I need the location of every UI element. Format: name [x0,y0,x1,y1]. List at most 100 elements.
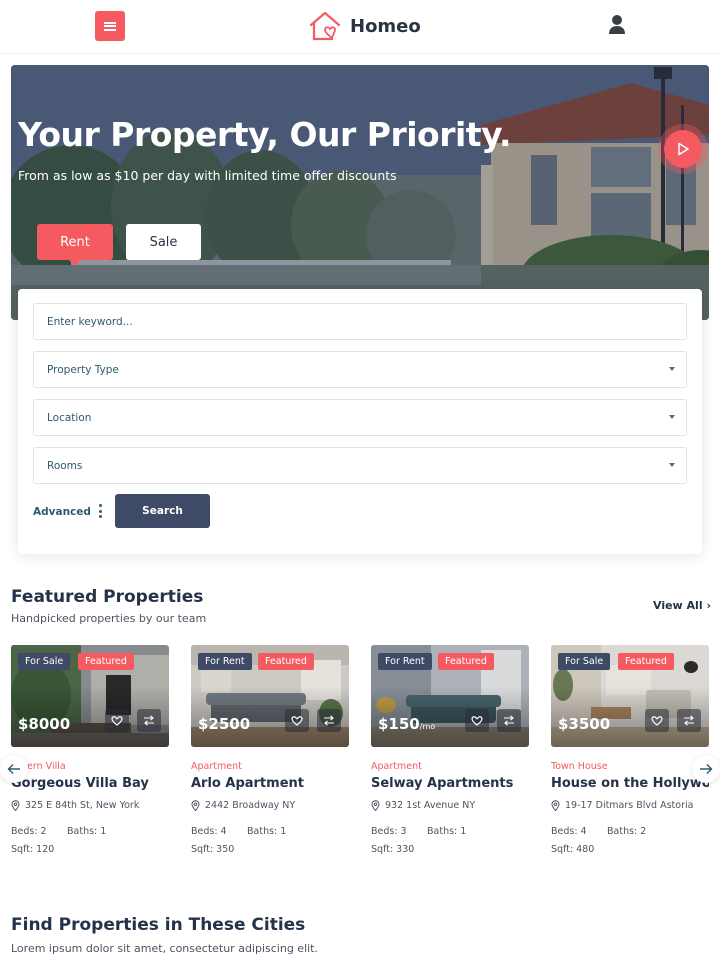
property-card[interactable]: For Sale Featured $8000 dern Villa Gorge… [11,645,169,855]
property-name[interactable]: House on the Hollywood [551,776,709,791]
rooms-select[interactable]: Rooms [33,447,687,484]
status-badge: For Sale [558,653,611,670]
property-image[interactable]: For Rent Featured $2500 [191,645,349,747]
property-card[interactable]: For Sale Featured $3500 Town House House… [551,645,709,855]
property-sqft: Sqft: 120 [11,844,55,855]
property-baths: Baths: 1 [67,826,107,837]
compare-button[interactable] [137,709,161,732]
price: $150/mo [378,715,436,733]
favorite-button[interactable] [105,709,129,732]
compare-arrows-icon [324,715,334,726]
property-sqft: Sqft: 330 [371,844,415,855]
property-address: 2442 Broadway NY [191,800,295,811]
property-category: Apartment [191,761,242,772]
hero-overlay [11,65,709,320]
location-pin-icon [11,800,20,811]
brand-logo[interactable]: Homeo [308,10,421,42]
featured-title: Featured Properties [11,587,204,607]
search-form: Enter keyword... Property Type Location … [18,289,702,554]
property-name[interactable]: Gorgeous Villa Bay [11,776,169,791]
compare-arrows-icon [144,715,154,726]
heart-icon [471,716,483,726]
property-beds: Beds: 4 [191,826,227,837]
property-category: Town House [551,761,608,772]
compare-arrows-icon [684,715,694,726]
top-navbar: Homeo [0,0,720,54]
arrow-right-icon [700,764,713,774]
price: $8000 [18,715,71,733]
featured-badge: Featured [78,653,134,670]
play-video-button[interactable] [664,130,702,168]
heart-icon [651,716,663,726]
hero-subtitle: From as low as $10 per day with limited … [18,168,397,183]
play-icon [678,142,689,156]
search-button[interactable]: Search [115,494,210,528]
compare-arrows-icon [504,715,514,726]
property-address: 19-17 Ditmars Blvd Astoria [551,800,693,811]
property-card[interactable]: For Rent Featured $150/mo Apartment Selw… [371,645,529,855]
property-card[interactable]: For Rent Featured $2500 Apartment Arlo A… [191,645,349,855]
favorite-button[interactable] [285,709,309,732]
chevron-right-icon: › [706,599,711,612]
compare-button[interactable] [317,709,341,732]
featured-badge: Featured [438,653,494,670]
price: $2500 [198,715,251,733]
property-image[interactable]: For Sale Featured $3500 [551,645,709,747]
location-pin-icon [371,800,380,811]
property-image[interactable]: For Sale Featured $8000 [11,645,169,747]
property-name[interactable]: Arlo Apartment [191,776,349,791]
price: $3500 [558,715,611,733]
rooms-label: Rooms [47,459,83,472]
view-all-label: View All [653,599,703,612]
property-category: Apartment [371,761,422,772]
user-icon [609,15,625,34]
property-baths: Baths: 1 [427,826,467,837]
carousel-next-button[interactable] [692,755,720,783]
heart-icon [111,716,123,726]
status-badge: For Sale [18,653,71,670]
property-sqft: Sqft: 350 [191,844,235,855]
cities-title: Find Properties in These Cities [11,915,306,935]
featured-subtitle: Handpicked properties by our team [11,612,207,625]
favorite-button[interactable] [465,709,489,732]
property-beds: Beds: 3 [371,826,407,837]
property-address: 325 E 84th St, New York [11,800,139,811]
house-heart-icon [309,11,341,41]
hero-title: Your Property, Our Priority. [18,115,512,154]
caret-down-icon [669,463,675,467]
advanced-toggle[interactable]: Advanced [33,506,91,518]
brand-name: Homeo [350,15,421,37]
location-label: Location [47,411,92,424]
keyword-input[interactable]: Enter keyword... [33,303,687,340]
arrow-left-icon [7,764,20,774]
property-beds: Beds: 2 [11,826,47,837]
property-name[interactable]: Selway Apartments [371,776,529,791]
heart-icon [291,716,303,726]
caret-down-icon [669,415,675,419]
property-type-select[interactable]: Property Type [33,351,687,388]
caret-down-icon [669,367,675,371]
favorite-button[interactable] [645,709,669,732]
more-options-icon[interactable] [97,504,103,518]
property-baths: Baths: 1 [247,826,287,837]
location-pin-icon [191,800,200,811]
property-image[interactable]: For Rent Featured $150/mo [371,645,529,747]
user-account-button[interactable] [607,14,627,36]
property-beds: Beds: 4 [551,826,587,837]
cities-subtitle: Lorem ipsum dolor sit amet, consectetur … [11,942,318,955]
property-baths: Baths: 2 [607,826,647,837]
compare-button[interactable] [497,709,521,732]
compare-button[interactable] [677,709,701,732]
hero-banner: Your Property, Our Priority. From as low… [11,65,709,320]
tab-sale[interactable]: Sale [126,224,201,260]
location-select[interactable]: Location [33,399,687,436]
status-badge: For Rent [198,653,252,670]
property-address: 932 1st Avenue NY [371,800,475,811]
carousel-prev-button[interactable] [0,755,28,783]
property-sqft: Sqft: 480 [551,844,595,855]
view-all-link[interactable]: View All › [653,599,711,612]
property-type-label: Property Type [47,363,119,376]
menu-button[interactable] [95,11,125,41]
status-badge: For Rent [378,653,432,670]
tab-rent[interactable]: Rent [37,224,113,266]
